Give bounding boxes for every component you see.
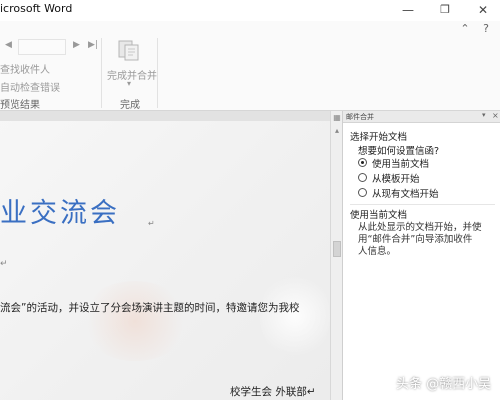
last-record-icon[interactable]: ▶|	[88, 40, 98, 50]
close-icon[interactable]: ✕	[474, 2, 492, 18]
window-title: icrosoft Word	[0, 2, 73, 15]
collapse-ribbon-icon[interactable]: ⌃	[458, 22, 472, 36]
ribbon-separator	[101, 38, 102, 108]
first-record-icon[interactable]: ◀	[5, 40, 12, 50]
ribbon-separator	[157, 38, 158, 108]
setup-question: 想要如何设置信函?	[358, 146, 440, 157]
option-use-current[interactable]: 使用当前文档	[372, 156, 429, 170]
finish-merge-dropdown-icon[interactable]: ▾	[127, 79, 131, 88]
finish-group-label: 完成	[120, 100, 140, 111]
pane-menu-icon[interactable]: ▾	[482, 111, 486, 119]
paragraph-mark: ↵	[0, 259, 8, 269]
document-top-strip	[0, 111, 330, 121]
document-heading: 业交流会	[0, 198, 120, 229]
next-record-icon[interactable]: ▶	[73, 40, 80, 50]
description-line: 从此处显示的文档开始，并使	[358, 222, 482, 233]
ribbon: ⌃ ? ◀ ▶ ▶| 查找收件人 自动检查错误 预览结果 完成并合并 ▾ 完成	[0, 21, 500, 112]
pane-close-icon[interactable]: ×	[492, 111, 499, 120]
scrollbar-thumb[interactable]	[333, 241, 341, 257]
section-title: 选择开始文档	[350, 132, 408, 143]
pane-header: 邮件合并 ▾ ×	[343, 111, 500, 123]
help-icon[interactable]: ?	[479, 22, 493, 36]
auto-check-errors-button[interactable]: 自动检查错误	[0, 79, 60, 94]
subsection-title: 使用当前文档	[350, 210, 408, 221]
pane-divider	[350, 204, 495, 205]
option-from-existing[interactable]: 从现有文档开始	[372, 186, 439, 200]
minimize-icon[interactable]: —	[399, 2, 417, 18]
finish-merge-button[interactable]: 完成并合并	[107, 67, 157, 82]
document-body-line: 流会”的活动，并设立了分会场演讲主题的时间，特邀请您为我校	[0, 302, 300, 314]
radio-from-template[interactable]	[358, 173, 367, 182]
find-recipient-button[interactable]: 查找收件人	[0, 61, 50, 76]
vertical-scrollbar[interactable]: ▦ ▴	[330, 111, 342, 400]
document-page[interactable]: 业交流会 ↵ ↵ 流会”的活动，并设立了分会场演讲主题的时间，特邀请您为我校 校…	[0, 111, 330, 400]
background-decoration	[260, 271, 330, 361]
preview-group-label: 预览结果	[0, 100, 40, 111]
paragraph-mark: ↵	[148, 219, 155, 228]
background-decoration	[80, 281, 190, 361]
record-number-input[interactable]	[18, 39, 66, 55]
option-description: 从此处显示的文档开始，并使 用“邮件合并”向导添加收件 人信息。	[358, 222, 496, 258]
watermark: 头条 @赣西小吴	[396, 377, 492, 392]
option-from-template[interactable]: 从模板开始	[372, 171, 420, 185]
pane-title: 邮件合并	[346, 113, 374, 121]
description-line: 用“邮件合并”向导添加收件	[358, 234, 473, 245]
title-bar: icrosoft Word — ❐ ✕	[0, 0, 500, 21]
scroll-up-icon[interactable]: ▴	[332, 126, 342, 136]
document-signature: 校学生会 外联部↵	[230, 386, 316, 398]
mail-merge-pane: 邮件合并 ▾ × 选择开始文档 想要如何设置信函? 使用当前文档 从模板开始 从…	[342, 111, 500, 400]
radio-from-existing[interactable]	[358, 188, 367, 197]
ruler-toggle-icon[interactable]: ▦	[332, 113, 342, 123]
maximize-icon[interactable]: ❐	[436, 2, 454, 18]
radio-use-current[interactable]	[358, 158, 367, 167]
finish-merge-icon[interactable]	[117, 38, 141, 62]
description-line: 人信息。	[358, 246, 397, 257]
